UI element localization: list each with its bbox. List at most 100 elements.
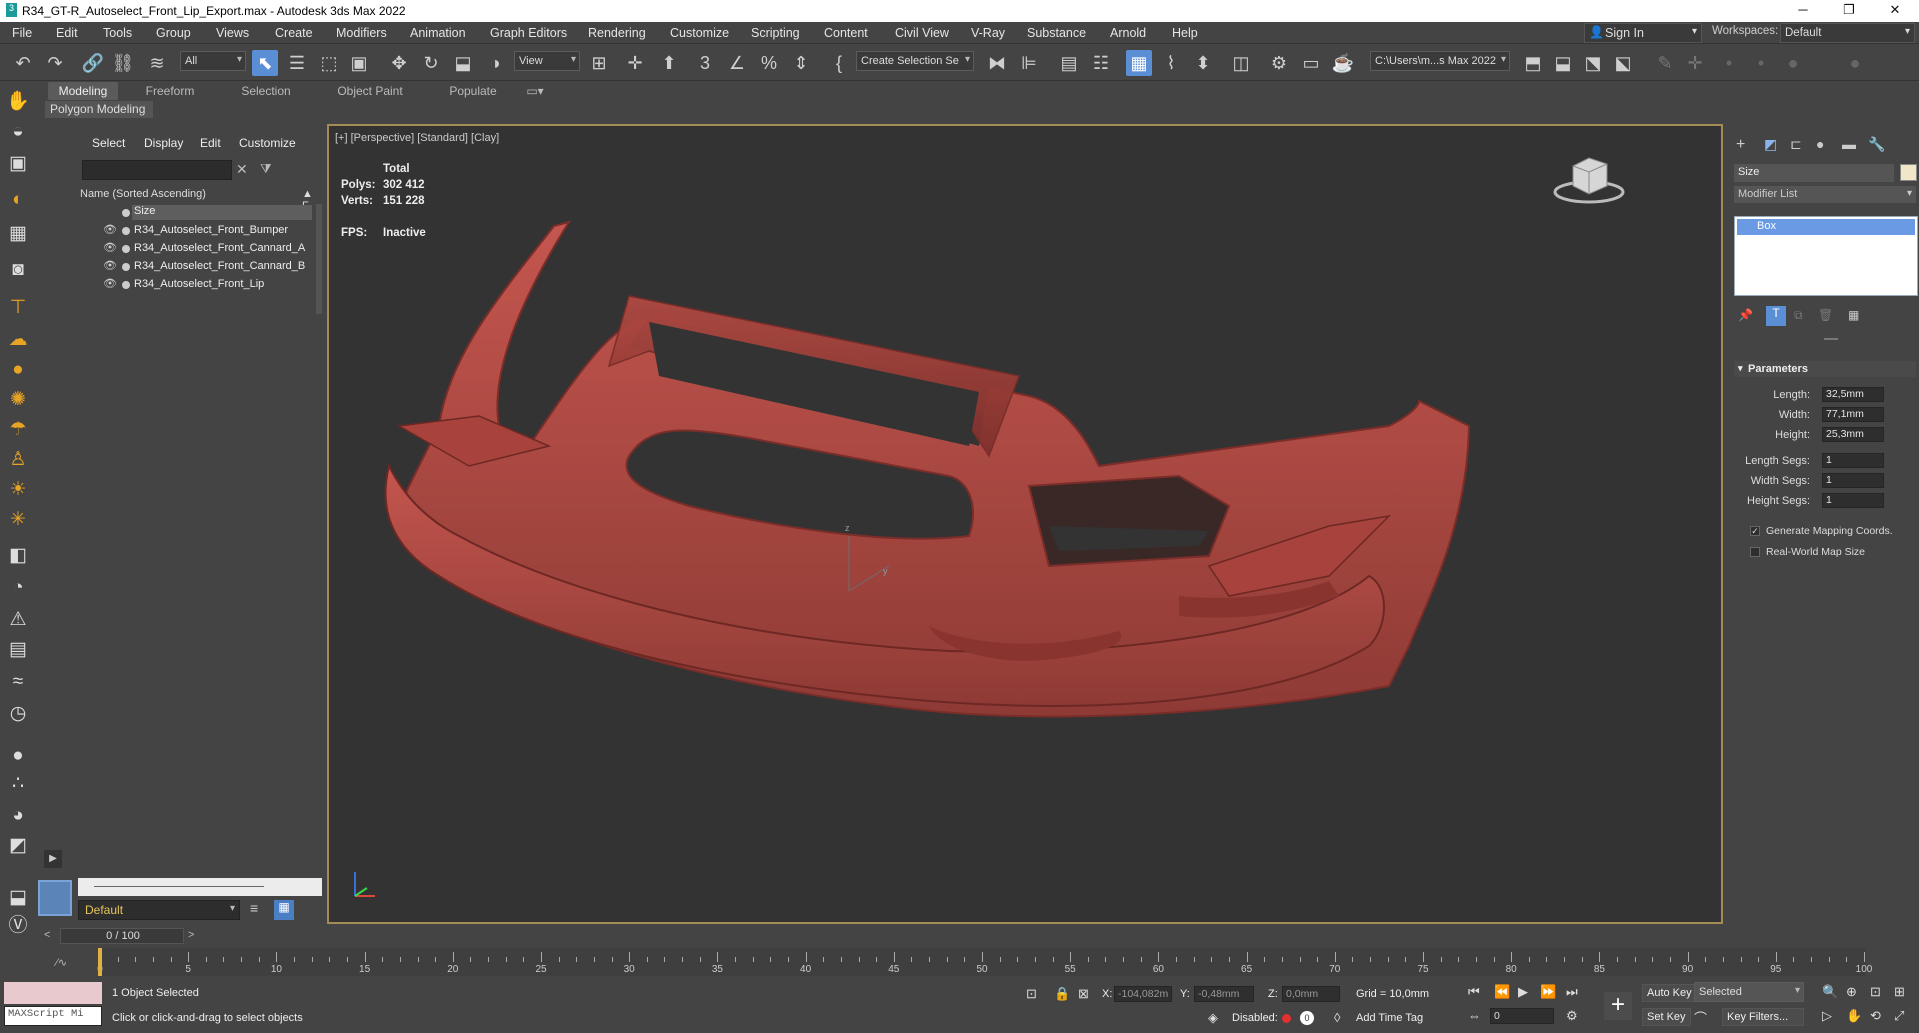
sign-in-dropdown[interactable]: 👤 Sign In ▾ (1584, 23, 1702, 43)
keyboard-shortcut-icon[interactable]: ⬆ (656, 50, 682, 76)
current-frame-marker[interactable] (98, 948, 102, 976)
hammer-icon[interactable]: ⊤ (4, 296, 32, 320)
zoom-extents-icon[interactable]: ⊡ (1870, 984, 1881, 1000)
record-indicator-icon[interactable] (1282, 1014, 1291, 1023)
unlink-icon[interactable]: ⛓ (110, 50, 136, 76)
brush-icon[interactable]: ✎ (1652, 50, 1678, 76)
eye-icon[interactable]: 👁 (103, 241, 117, 254)
time-prev-icon[interactable]: < (44, 929, 50, 941)
layer-scroll-area[interactable] (78, 878, 322, 896)
move-icon[interactable]: ✥ (386, 50, 412, 76)
parameters-rollout[interactable]: ▾ Parameters (1734, 361, 1916, 377)
camera-icon[interactable]: ▦ (4, 222, 32, 246)
play-icon[interactable]: ▶ (1518, 984, 1528, 1000)
timeline-track[interactable]: 0510152025303540455055606570758085909510… (97, 948, 1872, 976)
material-ball-icon[interactable]: ● (4, 744, 32, 768)
project-settings-icon[interactable]: ⬕ (1610, 50, 1636, 76)
ribbon-options-icon[interactable]: ▭▾ (520, 82, 550, 100)
align-icon[interactable]: ⊫ (1016, 50, 1042, 76)
light-icon[interactable]: ◐ (4, 188, 32, 212)
material-editor-icon[interactable]: ◫ (1228, 50, 1254, 76)
object-color-swatch[interactable] (1900, 164, 1917, 181)
workspace-dropdown[interactable]: Default ▾ (1780, 23, 1915, 43)
menu-edit[interactable]: Edit (56, 26, 78, 40)
scene-search-input[interactable] (82, 160, 232, 180)
selection-filter-dropdown[interactable]: All (180, 51, 246, 71)
layer-explorer-icon[interactable]: ▤ (1056, 50, 1082, 76)
percent-snap-icon[interactable]: % (756, 50, 782, 76)
layer-explorer-toggle-icon[interactable]: ▦ (274, 900, 294, 920)
menu-substance[interactable]: Substance (1027, 26, 1086, 40)
perspective-viewport[interactable]: [+] [Perspective] [Standard] [Clay] Tota… (327, 124, 1723, 924)
palette-icon[interactable]: ◕ (4, 804, 32, 828)
edit-named-sets-icon[interactable]: { (826, 50, 852, 76)
motion-tab-icon[interactable]: ● (1816, 136, 1824, 152)
expand-arrow-icon[interactable]: ▶ (44, 850, 62, 868)
sunburst-icon[interactable]: ✳ (4, 508, 32, 532)
next-frame-icon[interactable]: ⏩ (1540, 984, 1556, 1000)
time-slider[interactable]: 0 / 100 (60, 928, 184, 944)
curve-editor-toggle-icon[interactable]: ⁄∿ (56, 956, 67, 969)
scene-tab-customize[interactable]: Customize (239, 136, 296, 150)
time-next-icon[interactable]: > (188, 929, 194, 941)
umbrella-icon[interactable]: ☂ (4, 418, 32, 442)
restore-button[interactable]: ❐ (1826, 0, 1872, 22)
orbit-icon[interactable]: ◒ (4, 120, 32, 144)
cloud-icon[interactable]: ☁ (4, 328, 32, 352)
dot-icon[interactable]: • (1716, 50, 1742, 76)
scene-tab-display[interactable]: Display (144, 136, 183, 150)
bumper-model[interactable]: z y (329, 126, 1721, 922)
menu-create[interactable]: Create (275, 26, 313, 40)
curve-editor-icon[interactable]: ⌇ (1158, 50, 1184, 76)
scene-tab-select[interactable]: Select (92, 136, 125, 150)
zoom-icon[interactable]: 🔍 (1822, 984, 1838, 1000)
clear-search-icon[interactable]: ✕ (236, 161, 248, 178)
tab-modeling[interactable]: Modeling (48, 82, 118, 100)
rotate-icon[interactable]: ↻ (418, 50, 444, 76)
undo-icon[interactable]: ↶ (10, 50, 36, 76)
key-mode-icon[interactable]: ⇔ (1468, 1008, 1481, 1023)
goto-end-icon[interactable]: ⏭ (1566, 984, 1578, 1000)
viewcube[interactable] (1553, 152, 1627, 206)
container-icon[interactable]: ▣ (4, 152, 32, 176)
render-icon[interactable]: ☕ (1330, 50, 1356, 76)
selection-set-dropdown[interactable]: Create Selection Se (856, 51, 974, 71)
render-setup-icon[interactable]: ⚙ (1266, 50, 1292, 76)
eye-icon[interactable]: 👁 (103, 223, 117, 236)
toggle-ribbon-icon[interactable]: ☷ (1088, 50, 1114, 76)
layers-stack-icon[interactable]: ≡ (250, 900, 258, 916)
menu-animation[interactable]: Animation (410, 26, 466, 40)
clock-icon[interactable]: ◷ (4, 702, 32, 726)
layer-dropdown[interactable]: Default ▾ (78, 900, 240, 920)
rect-selection-icon[interactable]: ⬚ (316, 50, 342, 76)
bind-spacewarp-icon[interactable]: ≋ (144, 50, 170, 76)
auto-key-button[interactable]: Auto Key (1642, 984, 1697, 1002)
angle-snap-icon[interactable]: ∠ (724, 50, 750, 76)
schematic-view-icon[interactable]: ⬍ (1190, 50, 1216, 76)
time-config-icon[interactable]: ⚙ (1566, 1008, 1578, 1024)
tab-selection[interactable]: Selection (236, 82, 296, 100)
pan-icon[interactable]: ✋ (1846, 1008, 1862, 1024)
menu-rendering[interactable]: Rendering (588, 26, 646, 40)
lock-icon[interactable]: 🔒 (1054, 986, 1070, 1002)
layers-icon[interactable]: ⬓ (4, 886, 32, 910)
maximize-viewport-icon[interactable]: ⤢ (1894, 1008, 1904, 1024)
configure-sets-icon[interactable]: ▦ (1848, 308, 1859, 322)
generate-mapping-checkbox[interactable]: ✓ (1750, 526, 1760, 536)
project-folder-icon[interactable]: ⬒ (1520, 50, 1546, 76)
set-key-big-icon[interactable]: + (1604, 992, 1632, 1020)
scale-icon[interactable]: ⬓ (450, 50, 476, 76)
menu-customize[interactable]: Customize (670, 26, 729, 40)
zoom-extents-all-icon[interactable]: ⊞ (1894, 984, 1905, 1000)
param-length-input[interactable]: 32,5mm (1822, 387, 1884, 402)
param-height-input[interactable]: 25,3mm (1822, 427, 1884, 442)
grid-icon[interactable]: ▤ (4, 638, 32, 662)
menu-vray[interactable]: V-Ray (971, 26, 1005, 40)
goto-start-icon[interactable]: ⏮ (1468, 984, 1480, 1000)
display-tab-icon[interactable]: ▬ (1842, 136, 1856, 152)
reference-coord-dropdown[interactable]: View (514, 51, 580, 71)
maxscript-listener-top[interactable] (4, 982, 102, 1004)
scene-item-size[interactable]: Size (80, 204, 322, 221)
menu-content[interactable]: Content (824, 26, 868, 40)
current-frame-field[interactable]: 0 (1490, 1008, 1554, 1024)
